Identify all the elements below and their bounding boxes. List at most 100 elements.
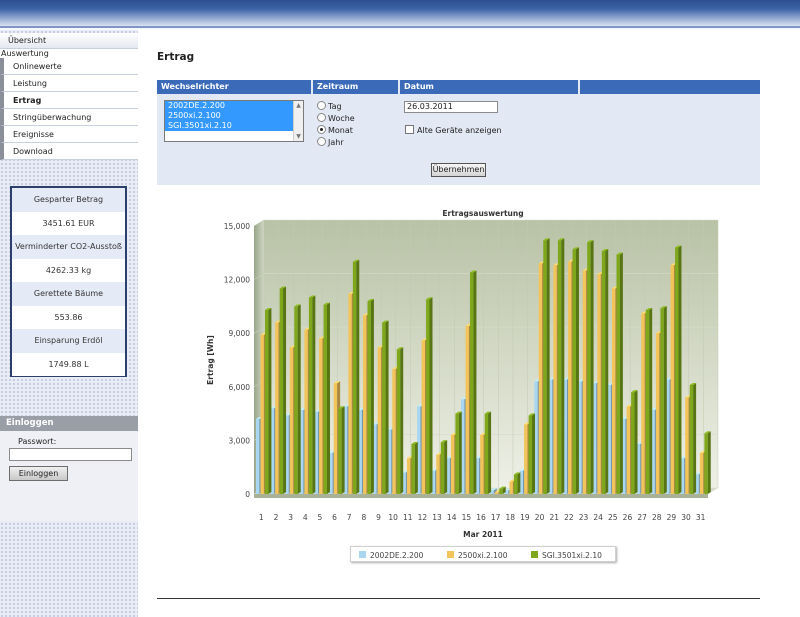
- x-tick-label: 24: [593, 513, 603, 522]
- header-datum: Datum: [400, 80, 578, 94]
- bar: [436, 454, 440, 494]
- login-button[interactable]: Einloggen: [9, 466, 68, 481]
- radio-icon[interactable]: [317, 137, 326, 146]
- bar-side: [678, 245, 682, 494]
- bar: [308, 297, 313, 494]
- stat-label: Verminderter CO2-Ausstoß: [12, 235, 125, 259]
- sidebar-item-ereignisse[interactable]: Ereignisse: [0, 126, 138, 143]
- bar: [323, 304, 327, 494]
- legend-swatch: [531, 551, 538, 558]
- radio-label: Monat: [328, 126, 353, 135]
- radio-monat[interactable]: Monat: [317, 125, 353, 135]
- scroll-down-icon[interactable]: ▼: [294, 132, 303, 141]
- checkbox-label: Alte Geräte anzeigen: [417, 126, 502, 135]
- x-tick-label: 25: [608, 513, 618, 522]
- radio-woche[interactable]: Woche: [317, 113, 355, 123]
- legend-label: SGI.3501xi.2.10: [542, 551, 602, 560]
- x-tick-label: 22: [564, 513, 574, 522]
- bar-side: [312, 295, 316, 494]
- x-tick-label: 5: [318, 513, 323, 522]
- sidebar-item-leistung[interactable]: Leistung: [0, 75, 138, 92]
- bar: [611, 288, 616, 494]
- bar-side: [268, 307, 272, 494]
- x-tick-label: 11: [403, 513, 413, 522]
- bar-side: [546, 238, 550, 494]
- bar: [367, 301, 371, 494]
- date-input[interactable]: 26.03.2011: [404, 101, 498, 113]
- radio-icon[interactable]: [317, 101, 326, 110]
- password-input[interactable]: [9, 448, 132, 461]
- y-tick-label: 0: [245, 490, 250, 499]
- bar-side: [414, 441, 418, 494]
- listbox-scrollbar[interactable]: ▲ ▼: [293, 101, 303, 141]
- bar-side: [649, 307, 653, 494]
- bar: [655, 333, 660, 494]
- bar-side: [590, 240, 594, 494]
- y-tick-label: 9,000: [229, 329, 251, 338]
- password-label: Passwort:: [18, 437, 57, 446]
- x-tick-label: 10: [388, 513, 398, 522]
- x-tick-label: 18: [506, 513, 516, 522]
- inverter-option[interactable]: 2500xi.2.100: [165, 111, 294, 121]
- inverter-listbox[interactable]: 2002DE.2.200 2500xi.2.100 SGI.3501xi.2.1…: [164, 100, 304, 142]
- sidebar-item-download[interactable]: Download: [0, 143, 138, 160]
- x-tick-label: 14: [447, 513, 457, 522]
- bar: [553, 265, 557, 494]
- radio-tag[interactable]: Tag: [317, 101, 342, 111]
- header-zeitraum: Zeitraum: [313, 80, 398, 94]
- bar-side: [561, 238, 565, 494]
- x-tick-label: 21: [549, 513, 559, 522]
- bar: [348, 293, 352, 494]
- inverter-option[interactable]: SGI.3501xi.2.10: [165, 121, 294, 131]
- x-tick-label: 1: [259, 513, 264, 522]
- x-tick-label: 6: [332, 513, 337, 522]
- bar: [465, 326, 469, 494]
- x-tick-label: 13: [432, 513, 442, 522]
- page-title: Ertrag: [157, 51, 195, 63]
- bar-side: [517, 472, 521, 494]
- sidebar-item-uebersicht[interactable]: Übersicht: [0, 33, 138, 49]
- y-tick-label: 3,000: [229, 436, 251, 445]
- checkbox-icon[interactable]: [405, 125, 414, 134]
- old-devices-checkbox[interactable]: Alte Geräte anzeigen: [405, 125, 502, 135]
- login-title: Einloggen: [0, 416, 138, 431]
- apply-button[interactable]: Übernehmen: [431, 163, 486, 177]
- bar: [319, 338, 323, 494]
- x-tick-label: 23: [579, 513, 589, 522]
- stat-value: 1749.88 L: [12, 352, 125, 376]
- radio-icon[interactable]: [317, 113, 326, 122]
- bar: [256, 418, 260, 494]
- sidebar-item-ertrag[interactable]: Ertrag: [0, 92, 138, 109]
- bar-side: [488, 411, 492, 494]
- bar-side: [297, 304, 301, 494]
- x-tick-label: 26: [623, 513, 633, 522]
- sidebar-item-stringueberwachung[interactable]: Stringüberwachung: [0, 109, 138, 126]
- bar-side: [283, 286, 287, 494]
- bar: [304, 329, 308, 494]
- inverter-option[interactable]: 2002DE.2.200: [165, 101, 294, 111]
- bar-side: [473, 270, 477, 494]
- bar: [289, 347, 294, 494]
- radio-jahr[interactable]: Jahr: [317, 137, 344, 147]
- bar: [572, 249, 576, 494]
- bar: [338, 408, 342, 494]
- bar-side: [532, 413, 536, 494]
- sidebar-group-auswertung: Auswertung: [0, 49, 138, 58]
- bar: [480, 435, 484, 494]
- bar-side: [693, 383, 697, 494]
- x-tick-label: 27: [637, 513, 647, 522]
- x-tick-label: 29: [667, 513, 677, 522]
- scroll-up-icon[interactable]: ▲: [294, 101, 303, 110]
- stats-panel: Gesparter Betrag 3451.61 EUR Verminderte…: [10, 186, 127, 377]
- x-tick-label: 4: [303, 513, 308, 522]
- bar: [363, 315, 367, 494]
- x-axis-label: Mar 2011: [463, 530, 503, 539]
- bar-side: [605, 249, 609, 494]
- sidebar-item-onlinewerte[interactable]: Onlinewerte: [0, 58, 138, 75]
- radio-selected-icon[interactable]: [317, 125, 326, 134]
- stat-label: Einsparung Erdöl: [12, 329, 125, 353]
- bar: [509, 481, 513, 494]
- bar-side: [429, 297, 433, 494]
- y-tick-label: 12,000: [224, 276, 250, 285]
- bar: [631, 392, 635, 494]
